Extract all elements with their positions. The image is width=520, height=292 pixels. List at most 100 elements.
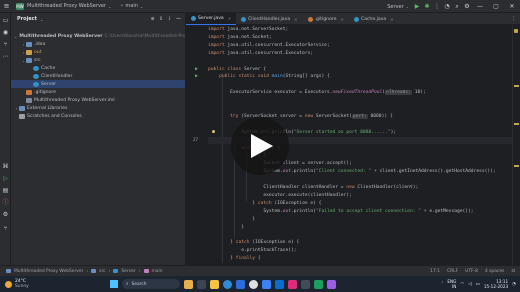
tree-item-label: .idea <box>34 41 46 47</box>
run-config-selector[interactable]: Server ⌄ <box>384 0 412 13</box>
language-indicator[interactable]: ENG IN <box>447 279 456 289</box>
tree-item[interactable]: .gitignore <box>11 88 185 96</box>
taskbar-apps: ⌕ Search <box>110 276 336 292</box>
hide-icon[interactable]: — <box>176 16 181 22</box>
tree-item[interactable]: Scratches and Consoles <box>11 112 185 120</box>
windows-start-icon[interactable] <box>110 280 118 288</box>
git-icon[interactable]: ⑂ <box>2 41 9 48</box>
breadcrumb-item[interactable]: Server <box>121 269 135 274</box>
tree-item[interactable]: › External Libraries <box>11 104 185 112</box>
breadcrumb-item[interactable]: src <box>99 269 105 274</box>
java-class-icon <box>113 269 119 273</box>
task-view-icon[interactable] <box>197 279 206 289</box>
locate-icon[interactable]: ⊕ <box>151 16 155 22</box>
line-separator[interactable]: CRLF <box>447 269 458 274</box>
more-icon[interactable]: ⋮ <box>511 16 516 22</box>
run-icon[interactable]: ▷ <box>2 175 9 182</box>
close-icon[interactable]: ✕ <box>504 0 520 13</box>
chevron-up-icon[interactable]: ˄ <box>441 282 443 287</box>
whatsapp-icon[interactable] <box>314 279 323 289</box>
tree-item[interactable]: Server <box>11 80 185 88</box>
docker-icon[interactable] <box>275 279 284 289</box>
store-icon[interactable] <box>236 279 245 289</box>
warning-icon[interactable] <box>514 29 518 33</box>
file-encoding[interactable]: UTF-8 <box>465 269 478 274</box>
close-tab-icon[interactable]: ✕ <box>228 16 231 21</box>
chrome-icon[interactable] <box>249 279 258 289</box>
terminal-app-icon[interactable] <box>301 279 310 289</box>
folder-icon[interactable]: ▭ <box>2 17 9 24</box>
notification-icon[interactable]: ◔ <box>512 282 516 287</box>
tree-item[interactable]: ⌄ Multithreaded Proxy WebServer C:\Users\K… <box>11 32 185 40</box>
editor-tab[interactable]: .gitignore ✕ <box>303 13 349 25</box>
more-icon[interactable]: ⋯ <box>2 53 9 60</box>
indent-setting[interactable]: 4 spaces <box>485 269 504 274</box>
debug-icon[interactable]: ✱ <box>422 0 432 13</box>
profile-icon[interactable]: ◔ <box>442 0 452 13</box>
hamburger-icon[interactable]: ≡ <box>0 0 13 13</box>
code-line: public class Server { <box>208 66 267 72</box>
maximize-icon[interactable]: ▢ <box>488 0 504 13</box>
run-config-name: Server <box>387 3 404 10</box>
collapse-icon[interactable]: ⇕ <box>159 16 163 22</box>
code-line: try (ServerSocket server = new ServerSoc… <box>230 113 393 119</box>
terminal-icon[interactable]: ▤ <box>2 187 9 194</box>
tab-label: Server.java <box>198 16 224 21</box>
battery-icon[interactable]: ▭ <box>476 282 480 287</box>
weather-widget[interactable]: 24°C Sunny <box>0 279 90 289</box>
clock[interactable]: 13:11 15-12-2023 <box>484 279 508 289</box>
branch-selector[interactable]: ⑂ main ⌄ <box>120 3 143 9</box>
services-icon[interactable]: ⚙ <box>2 211 9 218</box>
breadcrumb-item[interactable]: Multithreaded Proxy WebServer <box>14 269 83 274</box>
breadcrumb: Multithreaded Proxy WebServer › src › Server… <box>0 269 163 274</box>
gear-icon[interactable]: ⚙ <box>462 0 472 13</box>
editor-tab[interactable]: Server.java ✕ <box>186 13 237 25</box>
search-icon: ⌕ <box>126 282 129 287</box>
project-switcher[interactable]: MW Multithreaded Proxy WebServer ⌄ <box>13 2 114 11</box>
project-panel-title[interactable]: Project <box>17 16 37 22</box>
close-tab-icon[interactable]: ✕ <box>390 17 393 22</box>
tree-item[interactable]: ⌄ src <box>11 56 185 64</box>
video-play-button[interactable] <box>231 117 289 175</box>
caret-position[interactable]: 17:1 <box>430 269 440 274</box>
edge-icon[interactable] <box>223 279 232 289</box>
tree-item[interactable]: › out <box>11 48 185 56</box>
lock-icon[interactable]: ⊡ <box>511 269 515 274</box>
chevron-down-icon[interactable]: ⌄ <box>14 34 17 39</box>
more-icon[interactable]: ⋮ <box>432 0 442 13</box>
editor-scrollbar-markers[interactable] <box>512 25 520 265</box>
run-icon[interactable]: ▶ <box>412 0 422 13</box>
taskbar-search[interactable]: ⌕ Search <box>122 279 180 289</box>
close-tab-icon[interactable]: ✕ <box>294 17 297 22</box>
run-gutter-icon[interactable]: ▶ <box>195 66 200 72</box>
tree-item[interactable]: › .idea <box>11 40 185 48</box>
lightbulb-icon[interactable]: ● <box>212 129 217 135</box>
editor-tab[interactable]: ClientHandler.java ✕ <box>236 13 302 25</box>
breadcrumb-item[interactable]: main <box>152 269 163 274</box>
wifi-icon[interactable]: ◠ <box>460 282 464 287</box>
vscode-icon[interactable] <box>262 279 271 289</box>
commit-icon[interactable]: ◉ <box>2 29 9 36</box>
app-icon[interactable] <box>327 279 336 289</box>
tree-item[interactable]: Multithreaded Proxy WebServer.iml <box>11 96 185 104</box>
file-explorer-icon[interactable] <box>210 279 219 289</box>
code-line: import java.util.concurrent.ExecutorServ… <box>208 42 330 48</box>
minimize-icon[interactable]: — <box>472 0 488 13</box>
copilot-icon[interactable] <box>184 279 193 289</box>
git-icon[interactable]: ⑂ <box>2 225 9 232</box>
volume-icon[interactable]: ◁ <box>468 282 471 287</box>
editor-tab[interactable]: Cache.java ✕ <box>349 13 399 25</box>
chevron-right-icon: › <box>86 268 89 274</box>
structure-icon[interactable]: ⌘ <box>2 163 9 170</box>
problems-icon[interactable]: ⓘ <box>2 199 9 206</box>
tree-item[interactable]: Cache <box>11 64 185 72</box>
more-icon[interactable]: ⋮ <box>167 16 172 22</box>
tree-item-label: Cache <box>41 65 56 71</box>
run-gutter-icon[interactable]: ▶ <box>195 74 200 79</box>
chevron-right-icon: › <box>138 268 141 274</box>
chevron-down-icon[interactable]: ⌄ <box>40 17 43 22</box>
close-tab-icon[interactable]: ✕ <box>341 17 344 22</box>
intellij-icon[interactable] <box>288 279 297 289</box>
search-icon[interactable]: ⌕ <box>452 0 462 13</box>
tree-item[interactable]: ClientHandler <box>11 72 185 80</box>
